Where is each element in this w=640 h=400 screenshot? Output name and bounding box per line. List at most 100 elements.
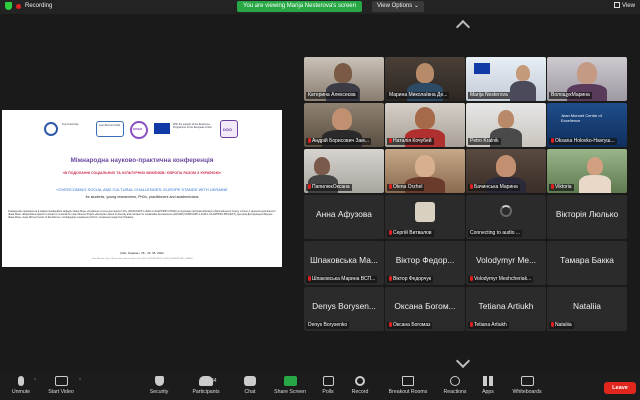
apps-grid-icon — [482, 376, 494, 386]
participant-tile[interactable]: Olena Orzhel — [385, 149, 465, 193]
viewing-banner: You are viewing Marija Nesterova's scree… — [237, 1, 362, 12]
unmute-button[interactable]: Unmute — [7, 376, 35, 395]
dgo-logo: DGO — [220, 120, 238, 138]
participant-tile[interactable]: Denys Borysen... Denys Borysenko — [304, 287, 384, 331]
participants-button[interactable]: Participants — [186, 376, 226, 395]
participant-tile[interactable]: Petro Kralnik — [466, 103, 546, 147]
participant-name: ВолощукМарина — [549, 92, 592, 99]
participant-name: Marija Nesterova — [468, 92, 510, 99]
participant-name: Андрій Борисович Зам... — [306, 138, 371, 145]
breakout-rooms-label: Breakout Rooms — [388, 389, 428, 395]
participant-tile[interactable]: Тамара Бакка — [547, 241, 627, 285]
participant-head — [416, 63, 434, 83]
shared-screen: Kyiv University Jean Monnet Chair DISED … — [2, 110, 282, 267]
participant-head — [496, 155, 516, 177]
leave-button[interactable]: Leave — [604, 382, 636, 394]
participant-display-name: Tetiana Artiukh — [478, 301, 534, 311]
university-logo-text: Kyiv University — [62, 123, 79, 126]
share-screen-label: Share Screen — [274, 389, 306, 395]
start-video-button[interactable]: Start Video — [44, 376, 78, 395]
audio-options-caret-icon[interactable]: ⌃ — [33, 378, 37, 384]
view-button[interactable]: View — [614, 2, 635, 9]
participant-name: Віктор Федорчук — [387, 276, 434, 283]
polls-icon — [322, 376, 334, 386]
chat-button[interactable]: Chat — [238, 376, 262, 395]
participant-head — [332, 108, 352, 130]
participant-tile[interactable]: Оксана Богом... Оксана Богомаз — [385, 287, 465, 331]
participant-tile[interactable]: Бачинська Марина — [466, 149, 546, 193]
chat-bubble-icon — [244, 376, 256, 386]
reactions-button[interactable]: Reactions — [438, 376, 472, 395]
view-label: View — [622, 3, 635, 9]
participant-display-name: Шпаковська Ма... — [310, 255, 378, 265]
slide-english-title: «OVERCOMING SOCIAL AND CULTURAL CHALLENG… — [56, 187, 228, 192]
participant-name: Катерина Алексеєва — [306, 92, 358, 99]
participant-name: Шпаковська Марина ВСП... — [306, 276, 378, 283]
record-icon — [355, 376, 365, 386]
participant-display-name: Тамара Бакка — [560, 255, 614, 265]
participant-head — [334, 63, 352, 83]
breakout-rooms-button[interactable]: Breakout Rooms — [385, 376, 431, 395]
breakout-rooms-icon — [402, 376, 414, 386]
participant-tile[interactable]: Connecting to audio ... — [466, 195, 546, 239]
participant-name: Oksana Holovko-Havryш... — [549, 138, 617, 145]
participant-name: Viktoria — [549, 184, 574, 191]
participant-head — [415, 107, 435, 129]
participant-display-name: Nataliia — [573, 301, 601, 311]
participant-tile[interactable]: ПапилюкОксана — [304, 149, 384, 193]
participant-tile[interactable]: Андрій Борисович Зам... — [304, 103, 384, 147]
polls-button[interactable]: Polls — [316, 376, 340, 395]
next-page-chevron-icon[interactable] — [455, 353, 471, 369]
apps-button[interactable]: Apps — [477, 376, 499, 395]
participant-tile[interactable]: Анна Афузова — [304, 195, 384, 239]
video-options-caret-icon[interactable]: ⌃ — [78, 378, 82, 384]
participant-tile-active-speaker[interactable]: Marija Nesterova — [466, 57, 546, 101]
participant-body — [579, 175, 611, 193]
zoom-window: Recording You are viewing Marija Nestero… — [0, 0, 640, 400]
participant-tile[interactable]: ВолощукМарина — [547, 57, 627, 101]
whiteboards-label: Whiteboards — [512, 389, 542, 395]
apps-label: Apps — [482, 389, 494, 395]
recording-label: Recording — [25, 3, 53, 9]
participant-name: Volodymyr Meshcheriak... — [468, 276, 534, 283]
slide-subtitle: for students, young researchers, PhDs, p… — [85, 195, 199, 199]
participant-display-name: Оксана Богом... — [394, 301, 456, 311]
participant-display-name: Volodymyr Me... — [475, 255, 537, 265]
participant-head — [516, 65, 530, 81]
record-button[interactable]: Record — [346, 376, 374, 395]
participant-tile[interactable]: Volodymyr Me... Volodymyr Meshcheriak... — [466, 241, 546, 285]
view-options-button[interactable]: View Options ⌄ — [372, 1, 424, 12]
participants-label: Participants — [192, 389, 220, 395]
participant-head — [577, 62, 597, 84]
participant-name: Petro Kralnik — [468, 138, 501, 145]
participant-tile[interactable]: Катерина Алексеєва — [304, 57, 384, 101]
slide-city-date: Київ, Україна • 18 - 19. 05. 2022 — [120, 251, 164, 255]
centre-excellence-text: Jean Monnet Centre of Excellence — [561, 113, 602, 123]
participant-tile[interactable]: Марина Миколаївна Де... — [385, 57, 465, 101]
camera-off-icon — [54, 376, 68, 386]
security-button[interactable]: Security — [144, 376, 174, 395]
participant-tile[interactable]: Jean Monnet Centre of Excellence Oksana … — [547, 103, 627, 147]
eu-flag-icon — [474, 63, 490, 74]
participant-tile[interactable]: Tetiana Artiukh Tetiana Artiukh — [466, 287, 546, 331]
recording-dot-icon — [16, 3, 21, 9]
participant-display-name: Вікторія Люлько — [555, 209, 619, 219]
erasmus-support-text: With the support of the Erasmus+ Program… — [173, 123, 212, 129]
security-shield-icon — [154, 376, 164, 386]
participant-name: Nataliia — [549, 322, 574, 329]
participant-tile[interactable]: Nataliia Nataliia — [547, 287, 627, 331]
participant-tile[interactable]: Вікторія Люлько — [547, 195, 627, 239]
security-label: Security — [149, 389, 169, 395]
participant-tile[interactable]: Viktoria — [547, 149, 627, 193]
participant-display-name: Віктор Федор... — [395, 255, 455, 265]
previous-page-chevron-icon[interactable] — [455, 19, 471, 35]
participant-name: Olena Orzhel — [387, 184, 425, 191]
participant-tile[interactable]: Віктор Федор... Віктор Федорчук — [385, 241, 465, 285]
participant-tile[interactable]: Сергій Витвалов — [385, 195, 465, 239]
participant-name: Denys Borysenko — [306, 322, 350, 329]
whiteboards-button[interactable]: Whiteboards — [508, 376, 546, 395]
slide-logos: Kyiv University Jean Monnet Chair DISED … — [42, 118, 242, 140]
participant-tile[interactable]: Шпаковська Ма... Шпаковська Марина ВСП..… — [304, 241, 384, 285]
participant-tile[interactable]: Наталія Кочубей — [385, 103, 465, 147]
share-screen-button[interactable]: Share Screen — [271, 376, 309, 395]
